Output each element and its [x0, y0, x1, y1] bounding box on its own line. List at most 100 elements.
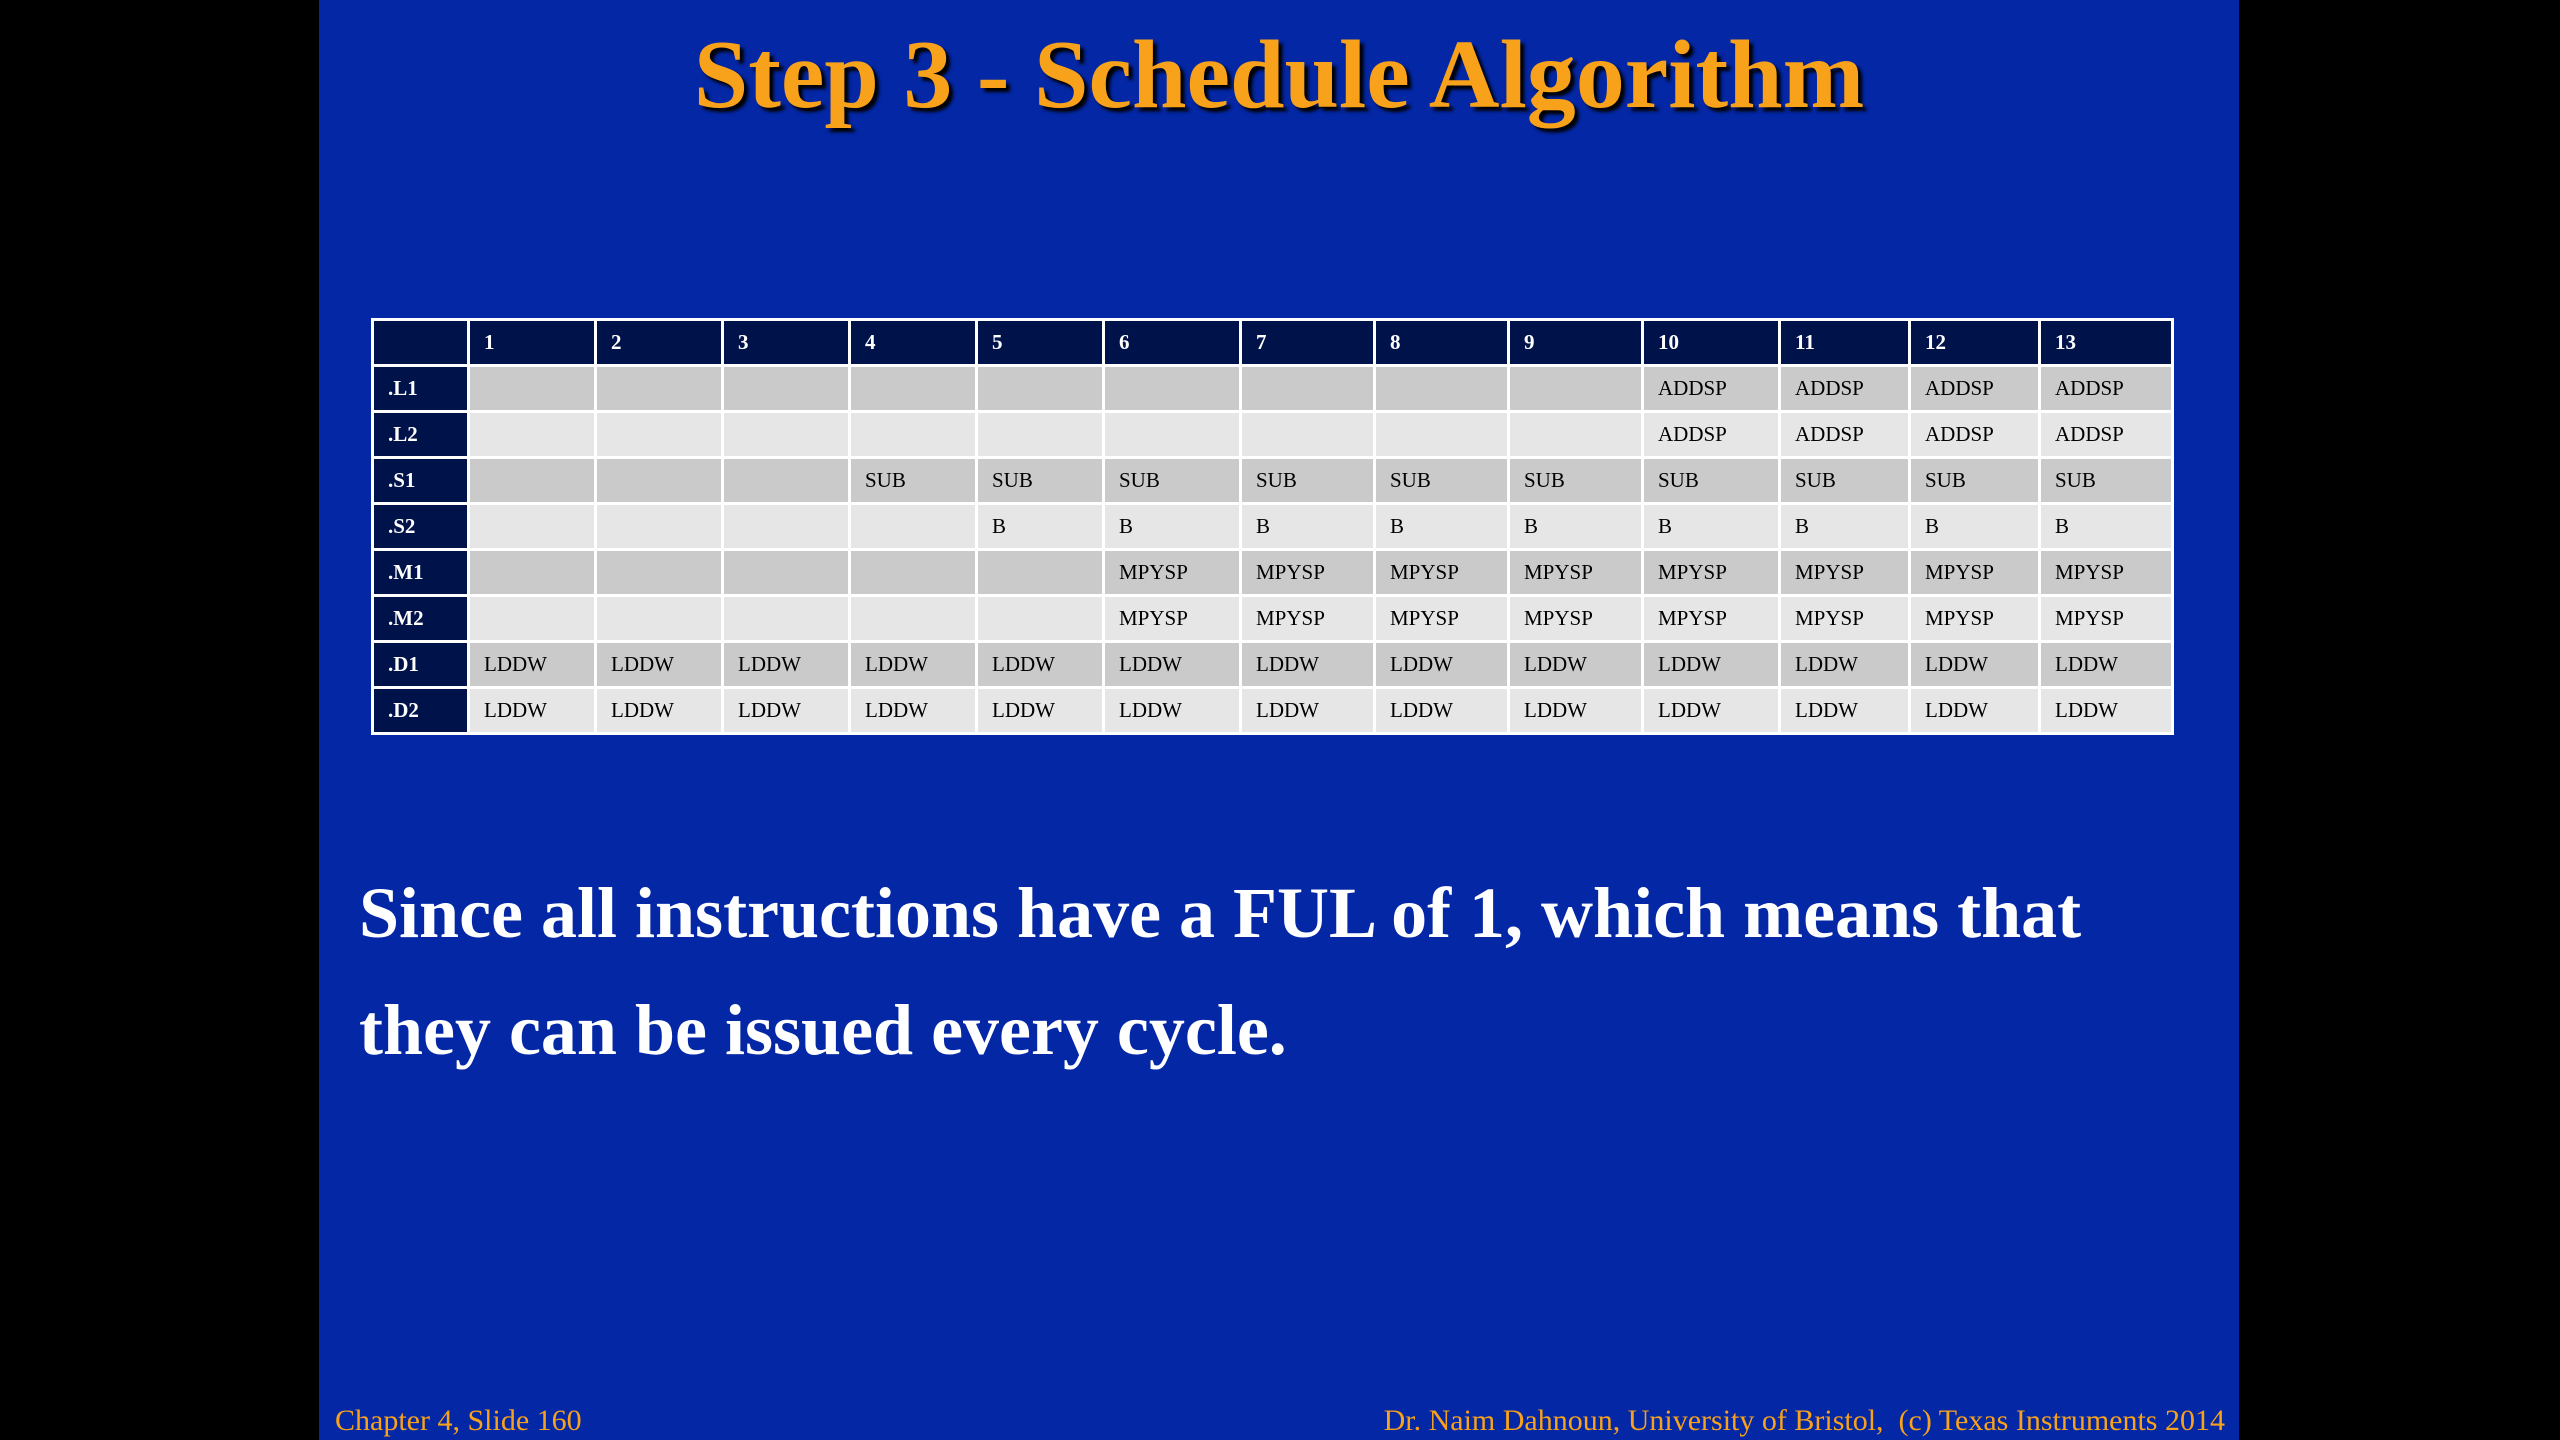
schedule-cell [848, 410, 978, 459]
schedule-cell: SUB [1239, 456, 1376, 505]
schedule-cell [594, 364, 724, 413]
schedule-cell [721, 502, 851, 551]
schedule-cell [594, 502, 724, 551]
schedule-cell: LDDW [848, 640, 978, 689]
cycle-header: 7 [1239, 318, 1376, 367]
schedule-cell: MPYSP [1239, 548, 1376, 597]
unit-label: .S2 [371, 502, 470, 551]
schedule-cell: SUB [1102, 456, 1242, 505]
cycle-header: 10 [1641, 318, 1781, 367]
schedule-cell: LDDW [1641, 640, 1781, 689]
schedule-cell: MPYSP [1102, 548, 1242, 597]
schedule-cell [721, 410, 851, 459]
schedule-cell: SUB [2038, 456, 2174, 505]
cycle-header: 11 [1778, 318, 1911, 367]
schedule-cell [975, 594, 1105, 643]
table-body: .L1 ADDSP ADDSP ADDSP ADDSP .L2 ADDSP ADDSP ADDS… [371, 364, 2174, 735]
slide-body-text: Since all instructions have a FUL of 1, … [359, 873, 2082, 1070]
copyright-footer: Dr. Naim Dahnoun, University of Bristol,… [1383, 1404, 2225, 1437]
schedule-cell [1102, 410, 1242, 459]
schedule-cell: MPYSP [1641, 594, 1781, 643]
schedule-cell [1507, 410, 1644, 459]
schedule-cell: LDDW [2038, 686, 2174, 735]
schedule-cell [594, 594, 724, 643]
schedule-cell: B [1373, 502, 1510, 551]
unit-label: .L1 [371, 364, 470, 413]
schedule-cell: LDDW [975, 640, 1105, 689]
cycle-header: 5 [975, 318, 1105, 367]
schedule-cell [975, 410, 1105, 459]
schedule-cell: MPYSP [1239, 594, 1376, 643]
schedule-cell [467, 502, 597, 551]
schedule-cell: ADDSP [1641, 410, 1781, 459]
unit-label: .D1 [371, 640, 470, 689]
unit-label: .D2 [371, 686, 470, 735]
schedule-cell: LDDW [721, 686, 851, 735]
schedule-cell: ADDSP [1778, 364, 1911, 413]
table-row: .D1 LDDW LDDW LDDW LDDW LDDW LDDW LDDW LDDW LDDW L… [371, 640, 2174, 689]
schedule-cell [848, 502, 978, 551]
schedule-cell: MPYSP [2038, 594, 2174, 643]
unit-label: .M2 [371, 594, 470, 643]
schedule-cell: MPYSP [1641, 548, 1781, 597]
schedule-cell: ADDSP [1908, 410, 2041, 459]
schedule-cell: LDDW [975, 686, 1105, 735]
table-row: .L1 ADDSP ADDSP ADDSP ADDSP [371, 364, 2174, 413]
schedule-cell [467, 456, 597, 505]
schedule-cell: LDDW [1373, 640, 1510, 689]
schedule-cell [848, 548, 978, 597]
schedule-cell: ADDSP [2038, 364, 2174, 413]
schedule-cell: MPYSP [1102, 594, 1242, 643]
schedule-cell [975, 364, 1105, 413]
schedule-cell [721, 594, 851, 643]
cycle-header: 9 [1507, 318, 1644, 367]
schedule-cell: LDDW [1507, 686, 1644, 735]
schedule-cell [721, 364, 851, 413]
schedule-cell: SUB [1778, 456, 1911, 505]
schedule-cell: LDDW [2038, 640, 2174, 689]
schedule-cell [594, 548, 724, 597]
schedule-cell: B [1778, 502, 1911, 551]
schedule-cell: LDDW [1507, 640, 1644, 689]
table-row: .S2 B B B B B B B B B [371, 502, 2174, 551]
table-row: .M2 MPYSP MPYSP MPYSP MPYSP MPYSP MPYSP MPYSP MP… [371, 594, 2174, 643]
schedule-cell [467, 548, 597, 597]
schedule-cell: LDDW [467, 640, 597, 689]
schedule-cell: MPYSP [1373, 548, 1510, 597]
schedule-cell: LDDW [1778, 640, 1911, 689]
schedule-cell: LDDW [1239, 686, 1376, 735]
table-row: .L2 ADDSP ADDSP ADDSP ADDSP [371, 410, 2174, 459]
schedule-cell: SUB [1641, 456, 1781, 505]
schedule-cell: SUB [848, 456, 978, 505]
slide: Step 3 - Schedule Algorithm 1 2 3 4 5 6 … [319, 0, 2239, 1440]
cycle-header: 12 [1908, 318, 2041, 367]
schedule-cell: LDDW [1908, 640, 2041, 689]
schedule-cell [1239, 410, 1376, 459]
schedule-cell: ADDSP [1778, 410, 1911, 459]
schedule-cell: LDDW [1908, 686, 2041, 735]
schedule-cell: MPYSP [1373, 594, 1510, 643]
schedule-cell: ADDSP [2038, 410, 2174, 459]
cycle-header: 2 [594, 318, 724, 367]
schedule-cell: MPYSP [1908, 548, 2041, 597]
schedule-cell: B [1507, 502, 1644, 551]
schedule-cell [721, 548, 851, 597]
cycle-header: 3 [721, 318, 851, 367]
schedule-cell [1373, 364, 1510, 413]
schedule-cell: B [975, 502, 1105, 551]
schedule-cell [467, 594, 597, 643]
unit-label: .L2 [371, 410, 470, 459]
schedule-cell: SUB [1507, 456, 1644, 505]
schedule-cell: LDDW [1239, 640, 1376, 689]
schedule-cell: B [1908, 502, 2041, 551]
table-row: .D2 LDDW LDDW LDDW LDDW LDDW LDDW LDDW LDDW LDDW L… [371, 686, 2174, 735]
schedule-cell [1239, 364, 1376, 413]
schedule-cell [467, 364, 597, 413]
schedule-cell: LDDW [1102, 640, 1242, 689]
presentation-viewport: Step 3 - Schedule Algorithm 1 2 3 4 5 6 … [0, 0, 2560, 1440]
schedule-cell: MPYSP [1507, 548, 1644, 597]
schedule-cell [848, 364, 978, 413]
schedule-cell: B [1641, 502, 1781, 551]
table-header-row: 1 2 3 4 5 6 7 8 9 10 11 12 13 [371, 318, 2174, 367]
schedule-table: 1 2 3 4 5 6 7 8 9 10 11 12 13 .L1 ADDSP AD… [371, 318, 2174, 735]
